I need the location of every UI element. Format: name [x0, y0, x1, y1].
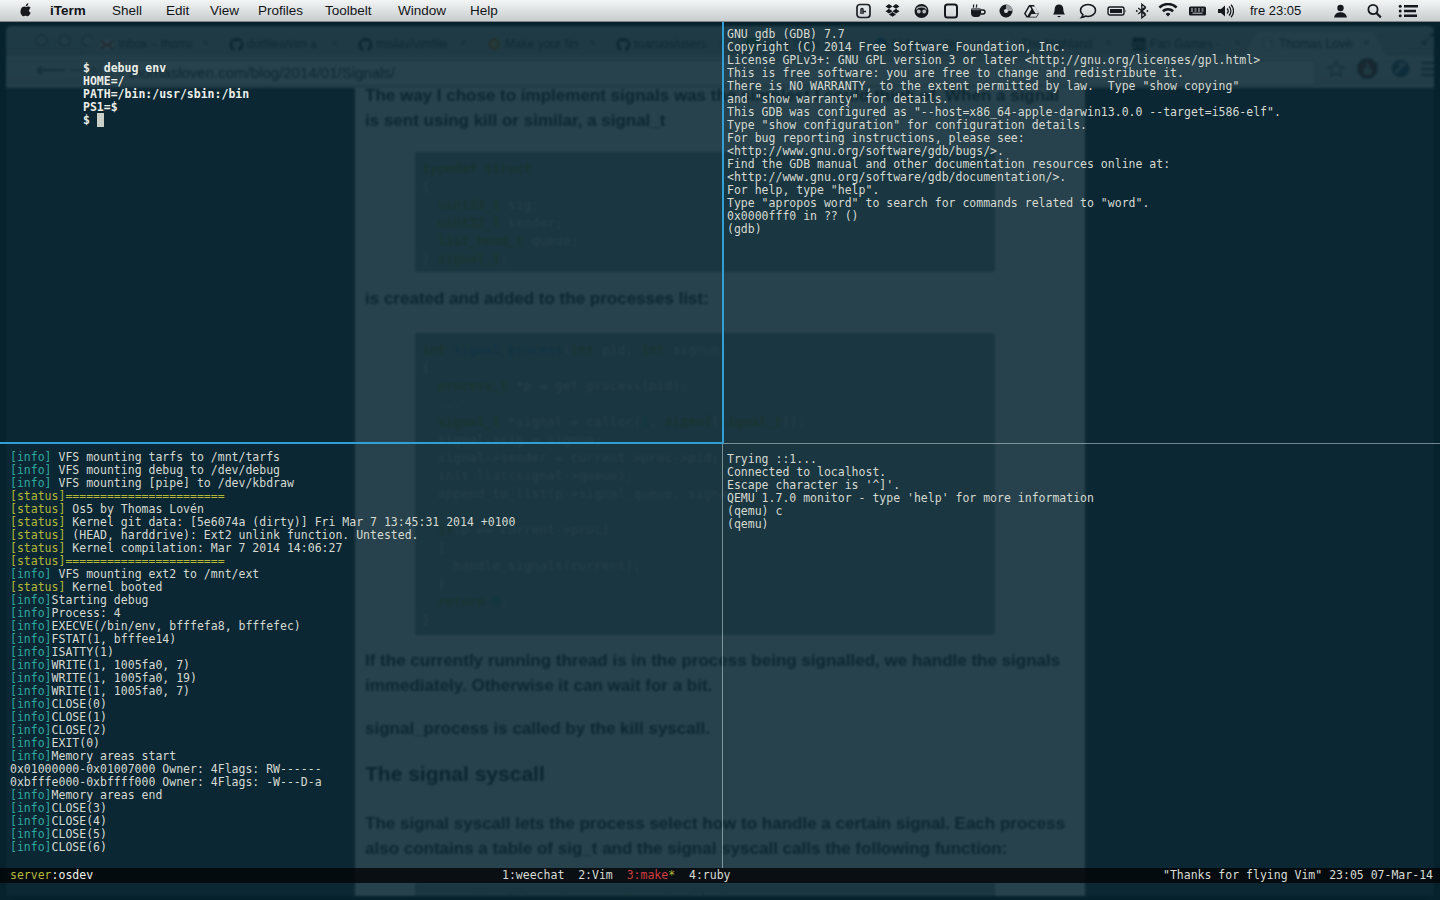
- battery-icon[interactable]: [1107, 3, 1124, 19]
- terminal-line: 0x0000fff0 in ?? (): [727, 210, 1281, 223]
- bluetooth-icon[interactable]: [1135, 3, 1152, 19]
- menu-edit[interactable]: Edit: [166, 0, 189, 22]
- pane-divider-horizontal-active[interactable]: [0, 442, 723, 444]
- tmux-right-status: "Thanks for flying Vim" 23:05 07-Mar-14: [1163, 868, 1433, 883]
- tmux-window-3:make[interactable]: 3:make: [627, 868, 669, 882]
- tmux-window-1:weechat[interactable]: 1:weechat: [502, 868, 564, 882]
- pane-divider-horizontal[interactable]: [723, 443, 1440, 444]
- terminal-line: (qemu): [727, 518, 1094, 531]
- notification-list-icon[interactable]: [1398, 3, 1415, 19]
- search-icon[interactable]: [1366, 3, 1383, 19]
- dropbox-icon[interactable]: [884, 3, 901, 19]
- menu-bar: iTerm Shell Edit View Profiles Toolbelt Window…: [0, 0, 1440, 22]
- pie-circle-icon[interactable]: [998, 3, 1015, 19]
- tmux-current-window-marker: *: [668, 868, 675, 882]
- tmux-window-list: 1:weechat 2:Vim 3:make* 4:ruby: [502, 868, 731, 883]
- pane-divider-vertical[interactable]: [722, 444, 723, 868]
- menu-toolbelt[interactable]: Toolbelt: [325, 0, 372, 22]
- chat-bubble-icon[interactable]: [1079, 3, 1096, 19]
- apple-menu-icon[interactable]: [20, 0, 34, 22]
- terminal-pane-kernel-log[interactable]: [info] VFS mounting tarfs to /mnt/tarfs[…: [10, 451, 515, 854]
- menu-shell[interactable]: Shell: [112, 0, 142, 22]
- terminal-line: PS1=$: [83, 101, 249, 114]
- desktop: Inbox – thoma×dotfiles/vim a×mislav/vimf…: [0, 0, 1440, 900]
- pane-divider-vertical-active[interactable]: [722, 22, 724, 443]
- tmux-status-bar: server:osdev 1:weechat 2:Vim 3:make* 4:r…: [0, 868, 1440, 883]
- clipboard-app-icon[interactable]: [855, 3, 872, 19]
- tmux-session-name: server:osdev: [10, 868, 93, 883]
- iterm-terminal[interactable]: $ debug envHOME=/PATH=/bin:/usr/sbin:/bi…: [0, 22, 1440, 900]
- headset-app-icon[interactable]: [913, 3, 930, 19]
- menu-profiles[interactable]: Profiles: [258, 0, 303, 22]
- menu-bar-clock[interactable]: fre 23:05: [1250, 0, 1301, 22]
- menu-iterm[interactable]: iTerm: [50, 0, 86, 22]
- volume-icon[interactable]: [1216, 3, 1233, 19]
- bell-icon[interactable]: [1051, 3, 1068, 19]
- google-drive-icon[interactable]: [1023, 3, 1040, 19]
- terminal-pane-qemu-monitor[interactable]: Trying ::1...Connected to localhost.Esca…: [727, 453, 1094, 531]
- terminal-line: $: [83, 114, 249, 127]
- user-icon[interactable]: [1332, 3, 1349, 19]
- frame-app-icon[interactable]: [943, 3, 960, 19]
- terminal-line: (gdb): [727, 223, 1281, 236]
- tmux-window-4:ruby[interactable]: 4:ruby: [689, 868, 731, 882]
- wifi-icon[interactable]: [1158, 3, 1175, 19]
- tmux-window-2:Vim[interactable]: 2:Vim: [578, 868, 613, 882]
- terminal-pane-debug-shell[interactable]: $ debug envHOME=/PATH=/bin:/usr/sbin:/bi…: [83, 62, 249, 127]
- menu-window[interactable]: Window: [398, 0, 446, 22]
- terminal-line: (qemu) c: [727, 505, 1094, 518]
- terminal-pane-gdb[interactable]: GNU gdb (GDB) 7.7Copyright (C) 2014 Free…: [727, 28, 1281, 236]
- menu-view[interactable]: View: [210, 0, 239, 22]
- keyboard-icon[interactable]: [1188, 3, 1205, 19]
- caffeine-cup-icon[interactable]: [968, 3, 985, 19]
- terminal-line: [info]CLOSE(6): [10, 841, 515, 854]
- menu-help[interactable]: Help: [470, 0, 498, 22]
